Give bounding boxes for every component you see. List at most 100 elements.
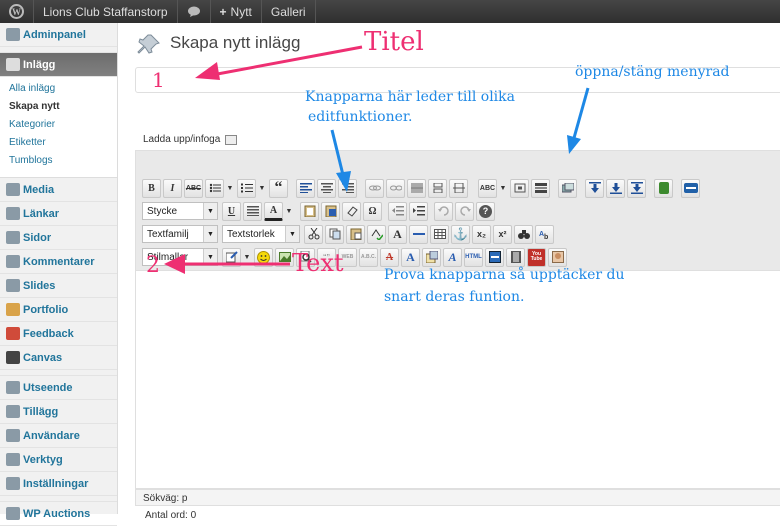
gallery-link[interactable]: Galleri: [262, 0, 316, 23]
font-family-select[interactable]: Textfamilj ▼: [142, 225, 218, 243]
chevron-down-icon[interactable]: ▼: [226, 179, 234, 198]
insert-link-button[interactable]: [365, 178, 384, 198]
sidebar-item-posts[interactable]: Inlägg: [0, 53, 117, 77]
special-character-button[interactable]: Ω: [363, 201, 382, 221]
font-style-button[interactable]: A: [443, 247, 462, 267]
sidebar-item-label: Sidor: [23, 231, 52, 244]
format-select[interactable]: Stycke ▼: [142, 202, 218, 220]
redo-button[interactable]: [455, 201, 474, 221]
justify-button[interactable]: [243, 201, 262, 221]
sidebar-item-tools[interactable]: Verktyg: [0, 448, 117, 472]
font-color-button[interactable]: A: [388, 224, 407, 244]
add-media-icon[interactable]: [225, 134, 238, 145]
media-icon: [6, 183, 20, 196]
sidebar-item-links[interactable]: Länkar: [0, 202, 117, 226]
delete-text-button[interactable]: A: [380, 247, 399, 267]
wordpress-logo-icon[interactable]: W: [0, 0, 34, 23]
evernote-button[interactable]: [654, 178, 673, 198]
chevron-down-icon[interactable]: ▼: [499, 179, 507, 198]
chevron-down-icon: ▼: [203, 249, 217, 265]
italic-button[interactable]: I: [163, 178, 182, 198]
html-button[interactable]: HTML: [464, 247, 483, 267]
comments-icon[interactable]: [178, 0, 211, 23]
page-break-2-button[interactable]: [449, 178, 468, 198]
text-color-button[interactable]: A: [264, 201, 283, 221]
insert-more-button[interactable]: [407, 178, 426, 198]
upload-insert[interactable]: Ladda upp/infoga: [143, 134, 238, 145]
unlink-button[interactable]: [386, 178, 405, 198]
paste-word-button[interactable]: [321, 201, 340, 221]
sidebar-item-dashboard[interactable]: Adminpanel: [0, 23, 117, 47]
paste-button[interactable]: [346, 224, 365, 244]
indent-button[interactable]: [409, 201, 428, 221]
sidebar-item-pages[interactable]: Sidor: [0, 226, 117, 250]
bold-button[interactable]: B: [142, 178, 161, 198]
chevron-down-icon[interactable]: ▼: [258, 179, 266, 198]
spellcheck-2-button[interactable]: [367, 224, 386, 244]
underline-button[interactable]: U: [222, 201, 241, 221]
sidebar-item-appearance[interactable]: Utseende: [0, 376, 117, 400]
align-center-button[interactable]: [317, 178, 336, 198]
cut-button[interactable]: [304, 224, 323, 244]
submenu-new-post[interactable]: Skapa nytt: [0, 99, 117, 117]
video-button[interactable]: [681, 178, 700, 198]
sidebar-item-slides[interactable]: Slides: [0, 274, 117, 298]
table-button[interactable]: [430, 224, 449, 244]
insert-text-button[interactable]: A: [401, 247, 420, 267]
submenu-all-posts[interactable]: Alla inlägg: [0, 81, 117, 99]
youtube-button[interactable]: You Tube: [527, 247, 546, 267]
sidebar-item-canvas[interactable]: Canvas: [0, 346, 117, 370]
chevron-down-icon[interactable]: ▼: [243, 248, 251, 267]
copy-button[interactable]: [325, 224, 344, 244]
replace-button[interactable]: Ab: [535, 224, 554, 244]
site-name-link[interactable]: Lions Club Staffanstorp: [34, 0, 178, 23]
submenu-tumblogs[interactable]: Tumblogs: [0, 153, 117, 171]
submenu-categories[interactable]: Kategorier: [0, 117, 117, 135]
paste-text-button[interactable]: [300, 201, 319, 221]
attributes-button[interactable]: [422, 247, 441, 267]
download-button[interactable]: [585, 178, 604, 198]
horizontal-rule-button[interactable]: [409, 224, 428, 244]
bullet-list-button[interactable]: [205, 178, 224, 198]
download-2-button[interactable]: [606, 178, 625, 198]
sidebar-item-wp-auctions[interactable]: WP Auctions: [0, 502, 117, 526]
sidebar-item-users[interactable]: Användare: [0, 424, 117, 448]
sidebar-item-comments[interactable]: Kommentarer: [0, 250, 117, 274]
insert-layer-button[interactable]: [485, 247, 504, 267]
new-content-button[interactable]: + Nytt: [211, 0, 262, 23]
font-size-select[interactable]: Textstorlek ▼: [222, 225, 300, 243]
fullscreen-button[interactable]: [510, 178, 529, 198]
portrait-button[interactable]: [548, 247, 567, 267]
strikethrough-button[interactable]: ABC: [184, 178, 203, 198]
spellcheck-button[interactable]: ABC: [478, 178, 497, 198]
pencil-icon: [6, 303, 20, 316]
acronym-button[interactable]: A.B.C.: [359, 247, 378, 267]
toggle-toolbar-button[interactable]: [531, 178, 550, 198]
sidebar-item-media[interactable]: Media: [0, 178, 117, 202]
blockquote-button[interactable]: “: [269, 178, 288, 198]
undo-button[interactable]: [434, 201, 453, 221]
chevron-down-icon[interactable]: ▼: [285, 202, 293, 221]
find-button[interactable]: [514, 224, 533, 244]
page-break-button[interactable]: [428, 178, 447, 198]
submenu-tags[interactable]: Etiketter: [0, 135, 117, 153]
film-button[interactable]: [506, 247, 525, 267]
edit-style-button[interactable]: [222, 247, 241, 267]
sidebar-item-portfolio[interactable]: Portfolio: [0, 298, 117, 322]
anchor-button[interactable]: ⚓: [451, 224, 470, 244]
emoticon-button[interactable]: [254, 247, 273, 267]
numbered-list-button[interactable]: [237, 178, 256, 198]
insert-media-button[interactable]: [558, 178, 577, 198]
sidebar-item-plugins[interactable]: Tillägg: [0, 400, 117, 424]
superscript-button[interactable]: x²: [493, 224, 512, 244]
remove-format-button[interactable]: [342, 201, 361, 221]
sidebar-item-feedback[interactable]: Feedback: [0, 322, 117, 346]
align-left-button[interactable]: [296, 178, 315, 198]
outdent-button[interactable]: [388, 201, 407, 221]
help-button[interactable]: ?: [476, 201, 495, 221]
download-3-button[interactable]: [627, 178, 646, 198]
align-right-button[interactable]: [338, 178, 357, 198]
page-break-icon: [433, 183, 442, 193]
sidebar-item-settings[interactable]: Inställningar: [0, 472, 117, 496]
subscript-button[interactable]: x₂: [472, 224, 491, 244]
